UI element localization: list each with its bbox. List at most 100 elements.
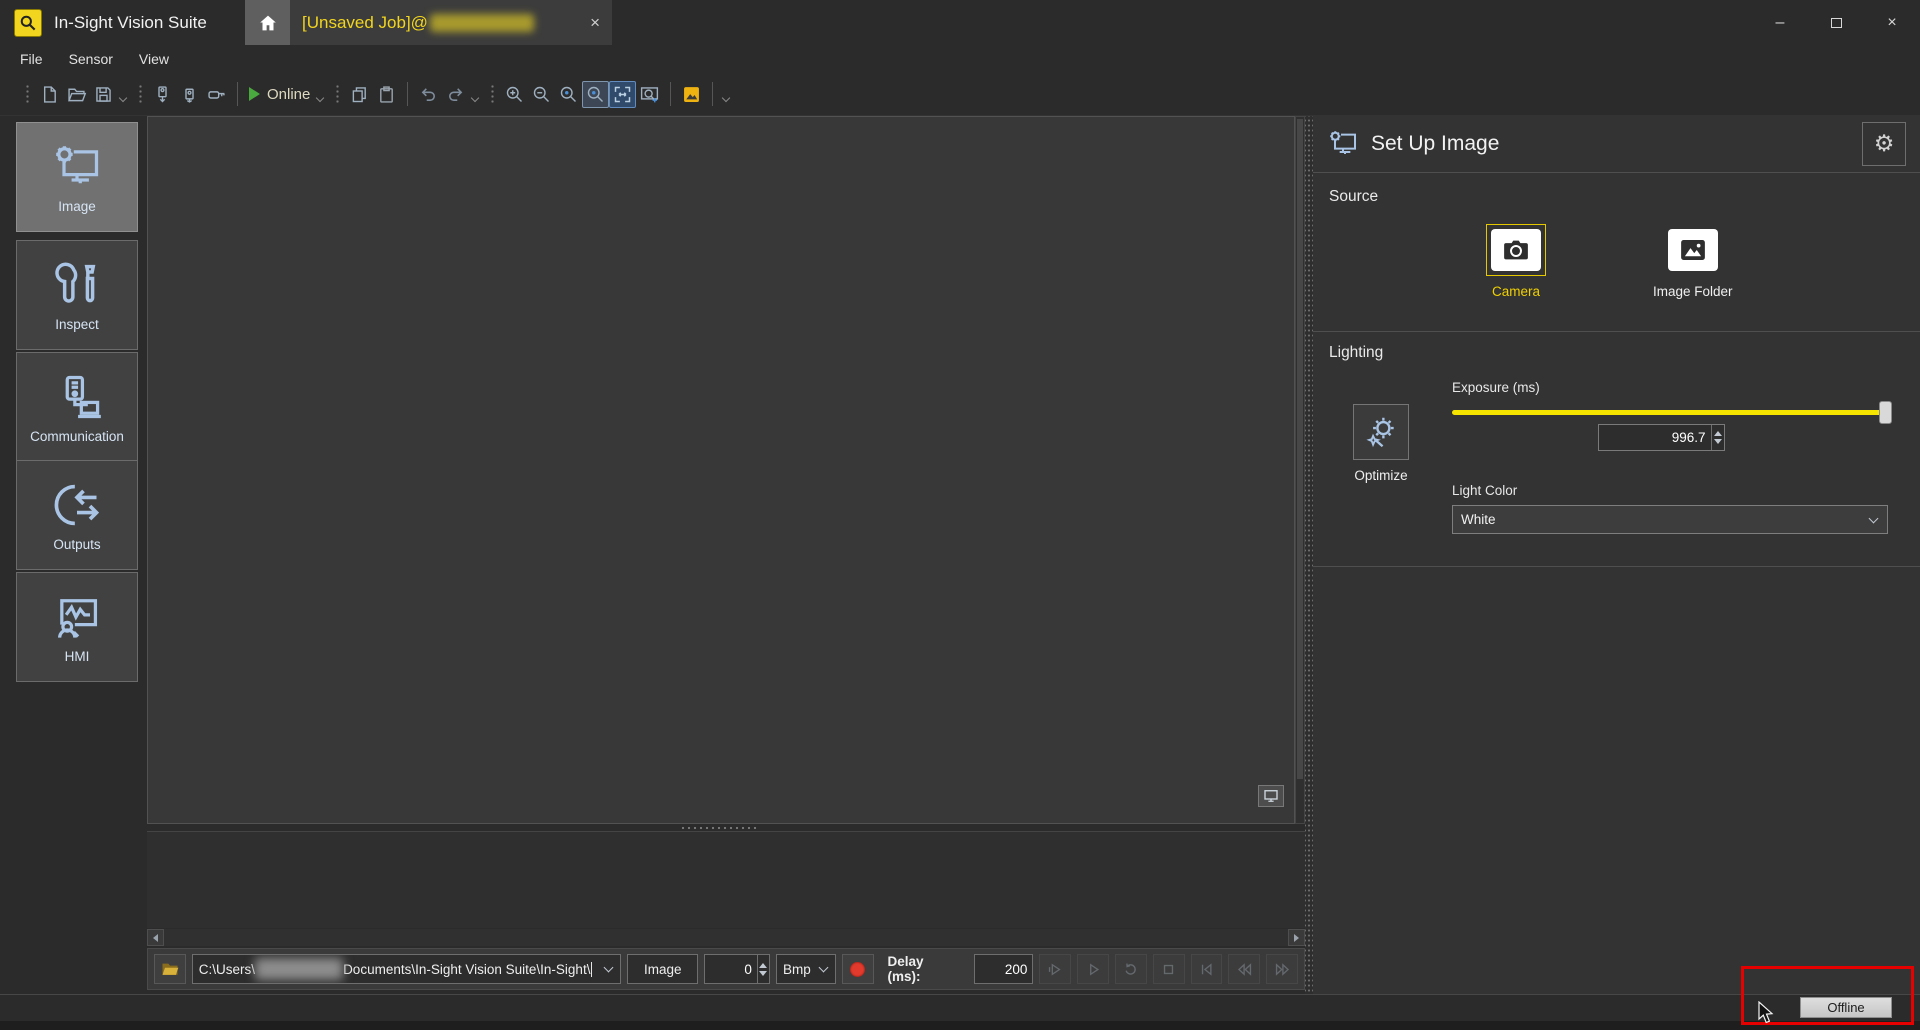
scrollbar-thumb[interactable] — [1297, 119, 1303, 779]
scroll-left-button[interactable] — [147, 929, 164, 946]
close-button[interactable]: × — [1864, 0, 1920, 45]
delay-value-box[interactable] — [974, 954, 1034, 984]
tab-close-icon[interactable]: × — [590, 13, 600, 33]
first-frame-button[interactable] — [1191, 954, 1223, 984]
sidebar-item-label: Outputs — [53, 537, 100, 552]
format-dropdown[interactable]: Bmp — [776, 954, 836, 984]
spinner-up-icon[interactable] — [759, 963, 767, 968]
scroll-right-button[interactable] — [1288, 929, 1305, 946]
redo-button[interactable] — [442, 81, 469, 108]
minimize-button[interactable]: – — [1752, 0, 1808, 45]
save-job-button[interactable] — [90, 81, 117, 108]
exposure-value-input[interactable] — [1599, 425, 1711, 450]
paste-button[interactable] — [373, 81, 400, 108]
zoom-in-button[interactable] — [501, 81, 528, 108]
play-button[interactable] — [1077, 954, 1109, 984]
sidebar-item-label: Inspect — [55, 317, 99, 332]
maximize-button[interactable] — [1808, 0, 1864, 45]
fit-image-button[interactable] — [609, 81, 636, 108]
spinner-down-icon[interactable] — [759, 971, 767, 976]
new-job-button[interactable] — [36, 81, 63, 108]
spinner-buttons[interactable] — [1711, 425, 1724, 450]
toolbar-overflow-icon[interactable] — [316, 94, 324, 102]
zoom-fit-window-button[interactable] — [582, 81, 609, 108]
previous-frame-button[interactable] — [1228, 954, 1260, 984]
sidebar-item-inspect[interactable]: Inspect — [16, 240, 138, 350]
toolbar-grip[interactable] — [137, 83, 143, 105]
sidebar-item-communication[interactable]: Communication — [16, 352, 138, 462]
sidebar-item-hmi[interactable]: HMI — [16, 572, 138, 682]
canvas-vertical-scrollbar[interactable] — [1295, 116, 1305, 824]
zoom-region-button[interactable] — [636, 81, 663, 108]
sidebar-item-label: HMI — [65, 649, 90, 664]
stop-button[interactable] — [1153, 954, 1185, 984]
section-divider — [1313, 566, 1920, 567]
source-image-folder-option[interactable]: Image Folder — [1653, 229, 1733, 299]
undo-button[interactable] — [415, 81, 442, 108]
camera-label: Camera — [1492, 284, 1540, 299]
toolbar-overflow-icon[interactable] — [471, 94, 479, 102]
setup-image-panel: Set Up Image ⚙ Source Camera Image Folde… — [1313, 116, 1920, 994]
zoom-actual-size-button[interactable] — [555, 81, 582, 108]
sidebar-item-outputs[interactable]: Outputs — [16, 460, 138, 570]
scrollbar-track[interactable] — [164, 929, 1288, 946]
image-display-corner-button[interactable] — [1258, 785, 1284, 807]
exposure-slider-thumb[interactable] — [1879, 401, 1892, 424]
spinner-up-icon[interactable] — [1714, 431, 1722, 436]
delay-input[interactable] — [975, 955, 1033, 983]
copy-button[interactable] — [346, 81, 373, 108]
image-mode-box[interactable]: Image — [627, 954, 699, 984]
chevron-down-icon — [1869, 513, 1879, 523]
add-sensor-button[interactable] — [149, 81, 176, 108]
offline-button[interactable]: Offline — [1800, 997, 1892, 1018]
image-canvas[interactable] — [147, 116, 1295, 824]
menu-view[interactable]: View — [139, 51, 169, 67]
zoom-out-button[interactable] — [528, 81, 555, 108]
source-camera-option[interactable]: Camera — [1486, 224, 1546, 299]
image-display-options-button[interactable] — [678, 81, 705, 108]
toolbar-overflow-icon[interactable] — [119, 94, 127, 102]
menu-sensor[interactable]: Sensor — [69, 51, 113, 67]
filmstrip-area[interactable] — [147, 831, 1305, 928]
frame-number-spinner[interactable] — [704, 954, 770, 984]
online-toggle[interactable]: Online — [249, 86, 310, 103]
next-frame-button[interactable] — [1266, 954, 1298, 984]
toolbar-overflow-icon[interactable] — [722, 94, 730, 102]
exposure-slider[interactable] — [1452, 410, 1888, 415]
spinner-down-icon[interactable] — [1714, 439, 1722, 444]
image-path-combobox[interactable]: C:\Users\Documents\In-Sight Vision Suite… — [192, 954, 621, 984]
sensor-maintenance-button[interactable] — [176, 81, 203, 108]
image-folder-icon — [1668, 229, 1718, 271]
record-button[interactable] — [842, 954, 874, 984]
filmstrip-scrollbar[interactable] — [147, 929, 1305, 946]
chevron-down-icon[interactable] — [818, 963, 828, 973]
open-job-button[interactable] — [63, 81, 90, 108]
filmstrip-splitter-grip[interactable] — [680, 826, 760, 830]
home-button[interactable] — [245, 0, 290, 45]
access-management-button[interactable] — [203, 81, 230, 108]
job-tab[interactable]: [Unsaved Job]@ × — [245, 0, 612, 45]
browse-folder-button[interactable] — [154, 954, 186, 984]
exposure-value-spinner[interactable] — [1598, 424, 1725, 451]
optimize-button[interactable] — [1353, 404, 1409, 460]
image-folder-label: Image Folder — [1653, 284, 1733, 299]
toolbar-grip[interactable] — [24, 83, 30, 105]
sidebar-item-image[interactable]: Image — [16, 122, 138, 232]
light-color-dropdown[interactable]: White — [1452, 505, 1888, 534]
exposure-label: Exposure (ms) — [1452, 380, 1540, 395]
path-suffix: Documents\In-Sight Vision Suite\In-Sight… — [343, 962, 590, 977]
toolbar-grip[interactable] — [489, 83, 495, 105]
delay-label: Delay (ms): — [880, 954, 968, 984]
panel-splitter[interactable] — [1305, 116, 1313, 994]
chevron-down-icon[interactable] — [604, 963, 614, 973]
menu-file[interactable]: File — [20, 51, 43, 67]
spinner-buttons[interactable] — [757, 955, 769, 983]
play-single-button[interactable] — [1039, 954, 1071, 984]
scroll-left-icon — [153, 934, 158, 942]
toolbar-grip[interactable] — [334, 83, 340, 105]
sidebar-item-label: Communication — [30, 429, 124, 444]
settings-button[interactable]: ⚙ — [1862, 122, 1906, 166]
toolbar-separator — [407, 82, 408, 106]
loop-button[interactable] — [1115, 954, 1147, 984]
frame-number-input[interactable] — [705, 955, 756, 983]
